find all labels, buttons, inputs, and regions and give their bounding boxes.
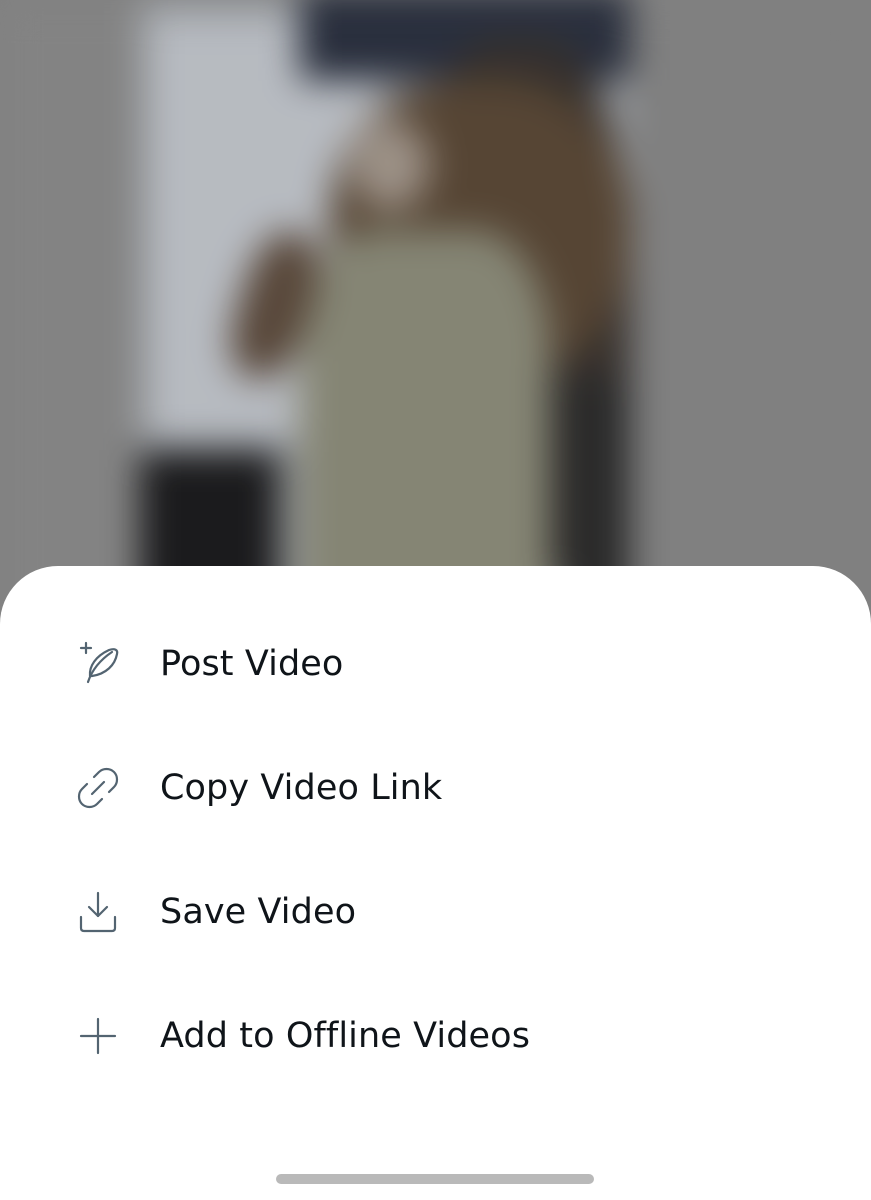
add-to-offline-videos-label: Add to Offline Videos [160, 1016, 531, 1056]
add-to-offline-videos-option[interactable]: Add to Offline Videos [0, 974, 871, 1098]
post-feather-plus-icon [72, 638, 124, 690]
home-indicator[interactable] [276, 1174, 594, 1184]
action-menu: Post Video Copy Video Link Save Video Ad… [0, 602, 871, 1098]
plus-icon [72, 1010, 124, 1062]
post-video-label: Post Video [160, 644, 344, 684]
post-video-option[interactable]: Post Video [0, 602, 871, 726]
copy-video-link-option[interactable]: Copy Video Link [0, 726, 871, 850]
copy-video-link-label: Copy Video Link [160, 768, 443, 808]
dim-overlay [0, 0, 871, 640]
video-backdrop[interactable] [0, 0, 871, 640]
bottom-sheet: Post Video Copy Video Link Save Video Ad… [0, 566, 871, 1200]
link-icon [72, 762, 124, 814]
download-icon [72, 886, 124, 938]
save-video-label: Save Video [160, 892, 357, 932]
save-video-option[interactable]: Save Video [0, 850, 871, 974]
screen: Post Video Copy Video Link Save Video Ad… [0, 0, 871, 1200]
